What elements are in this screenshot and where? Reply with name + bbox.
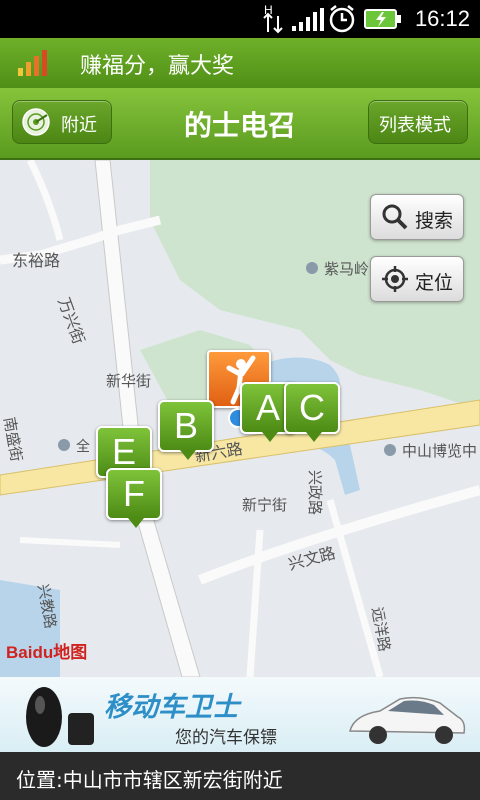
status-bar: H 16:12	[0, 0, 480, 38]
battery-charging-icon	[364, 9, 402, 33]
road-label: 兴政路	[306, 470, 324, 515]
list-mode-button[interactable]: 列表模式	[368, 100, 468, 144]
search-button[interactable]: 搜索	[370, 194, 464, 240]
locate-button-label: 定位	[415, 272, 454, 294]
ad-title: 移动车卫士	[104, 692, 239, 723]
car-icon	[349, 696, 466, 744]
taxi-marker-c[interactable]: C	[284, 382, 340, 442]
header-bar: 附近 的士电召 列表模式	[0, 88, 480, 160]
crosshair-icon	[382, 266, 408, 292]
poi-icon	[58, 439, 70, 451]
data-network-icon: H	[258, 2, 284, 36]
road-label: 东裕路	[12, 251, 60, 270]
ad-subtitle: 您的汽车保镖	[175, 728, 277, 748]
search-button-label: 搜索	[415, 210, 454, 232]
poi-label: 中山博览中	[402, 442, 477, 460]
alarm-clock-icon	[328, 4, 356, 38]
road-label: 新宁街	[242, 496, 287, 514]
taxi-marker-f[interactable]: F	[106, 468, 162, 528]
taxi-marker-b[interactable]: B	[158, 400, 214, 460]
promo-banner[interactable]: 赚福分，赢大奖	[0, 38, 480, 88]
road-label: 万兴街	[54, 295, 88, 347]
list-mode-button-label: 列表模式	[379, 115, 451, 136]
ad-banner[interactable]: 移动车卫士 您的汽车保镖	[0, 677, 480, 752]
road-label: 南盛街	[0, 416, 26, 463]
magnifier-icon	[382, 204, 408, 230]
baidu-map-logo: Baidu地图	[6, 643, 88, 662]
signal-bars-icon	[16, 48, 50, 82]
tracker-device-icon	[26, 687, 94, 747]
map-view[interactable]: 东裕路 万兴街 新华街 南盛街 新六路 新宁街 兴政路 兴文路 兴教路 远洋路 …	[0, 160, 480, 677]
poi-label: 全	[76, 438, 90, 455]
signal-strength-icon	[290, 8, 326, 36]
road-label: 新华街	[106, 372, 151, 390]
poi-icon	[306, 262, 318, 274]
clock-time: 16:12	[414, 6, 470, 31]
promo-text: 赚福分，赢大奖	[80, 54, 235, 79]
poi-label: 紫马岭	[324, 260, 369, 278]
locate-button[interactable]: 定位	[370, 256, 464, 302]
location-text: 位置:中山市市辖区新宏街附近	[16, 768, 283, 792]
poi-icon	[384, 444, 396, 456]
location-bar: 位置:中山市市辖区新宏街附近	[0, 752, 480, 800]
